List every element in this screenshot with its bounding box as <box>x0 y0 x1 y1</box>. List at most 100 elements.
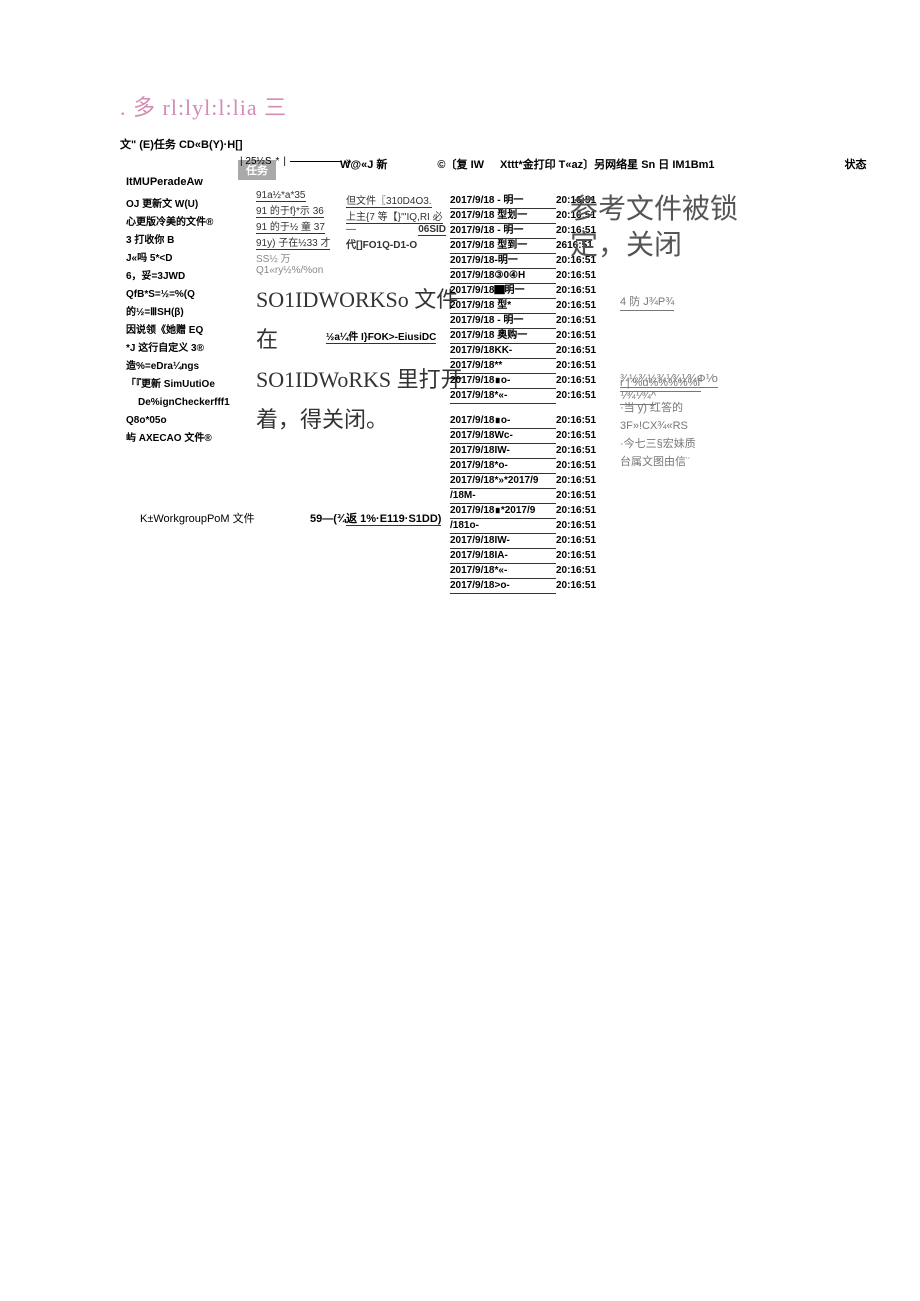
table-row[interactable]: 2017/9/18**20:16:51 <box>450 359 606 374</box>
right-link-c[interactable]: r | %u%%%%%f <box>620 375 701 392</box>
col-date: 2017/9/18③0④H <box>450 269 556 284</box>
col-date: 2017/9/18>o- <box>450 579 556 594</box>
col-reply: ©〔复 IW <box>437 156 484 172</box>
center-mid-link[interactable]: ½a¼件 I}FOK>-EiusiDC <box>326 328 436 344</box>
col-date: 2017/9/18 型* <box>450 299 556 314</box>
col-date: 2017/9/18*«- <box>450 389 556 404</box>
right-link-a[interactable]: 4 防 J¾P¾ <box>620 294 674 311</box>
table-row[interactable]: 2017/9/18*«-20:16:51 <box>450 564 606 579</box>
col-time: 20:16:51 <box>556 564 606 579</box>
table-row[interactable]: 2017/9/18IA-20:16:51 <box>450 549 606 564</box>
sidebar-item[interactable]: *J 这行自定义 3® <box>126 340 256 358</box>
table-row[interactable]: /181o-20:16:51 <box>450 519 606 534</box>
table-row[interactable]: 2017/9/18③0④H20:16:51 <box>450 269 606 284</box>
table-row[interactable]: 2017/9/18KK-20:16:51 <box>450 344 606 359</box>
col-date: 2017/9/18** <box>450 359 556 374</box>
table-row[interactable]: 2017/9/18 型*20:16:51 <box>450 299 606 314</box>
sidebar-item[interactable]: 「『更新 SimUutiOe <box>126 376 256 394</box>
col-print: Xttt*金打印 T«az〕另网络星 Sn 日 IM1Bm1 <box>500 156 715 172</box>
sidebar: ItMUPeradeAw OJ 更新文 W(U)心更版冷美的文件®3 打收你 B… <box>126 176 256 448</box>
center-small-text: SS½ 万 <box>256 250 476 265</box>
sidebar-item[interactable]: De%ignCheckerfff1 <box>126 394 256 412</box>
table-row[interactable]: 2017/9/18∎o-20:16:51 <box>450 414 606 429</box>
col-date: 2017/9/18∎*2017/9 <box>450 504 556 519</box>
zoom-slider[interactable]: | 25½S * | » <box>240 156 352 167</box>
top-header-labels: W@«J 新 ©〔复 IW Xttt*金打印 T«az〕另网络星 Sn 日 IM… <box>340 156 867 172</box>
sidebar-item[interactable]: Q8o*05o <box>126 412 256 430</box>
center-small-text: Q1«ry½%/%on <box>256 265 476 276</box>
col-date: /18M- <box>450 489 556 504</box>
menu-bar[interactable]: 文" (E)任务 CD«B(Y)·H[] <box>120 136 920 152</box>
table-row[interactable]: 2017/9/18>o-20:16:51 <box>450 579 606 594</box>
center-small-link[interactable]: 91 的于½ 童 37 <box>256 218 325 234</box>
slider-handle-left[interactable]: * <box>276 156 280 167</box>
sidebar-header: ItMUPeradeAw <box>126 176 256 188</box>
col-date: 2017/9/18 - 明一 <box>450 224 556 239</box>
center-small-link[interactable]: 91y) 子在½33 才 <box>256 234 330 250</box>
col-date: 2017/9/18*o- <box>450 459 556 474</box>
big-text-1: SO1IDWORKSo 文件在 <box>256 280 476 360</box>
sidebar-item[interactable]: 6，妥=3JWD <box>126 268 256 286</box>
center-small-link[interactable]: 91 的于f}*示 36 <box>256 202 324 218</box>
slider-track[interactable] <box>290 161 342 162</box>
sidebar-item[interactable]: 3 打收你 B <box>126 232 256 250</box>
col-time: 20:16:51 <box>556 299 606 314</box>
center-right-code: 代[]FO1Q-D1-O <box>346 236 446 251</box>
table-row[interactable]: 2017/9/18Wc-20:16:51 <box>450 429 606 444</box>
col-time: 20:16:51 <box>556 519 606 534</box>
col-time: 20:16:51 <box>556 389 606 404</box>
brand-row: . 多 rl:lyl:l:lia 三 <box>120 90 920 122</box>
col-time: 20:16:51 <box>556 549 606 564</box>
col-date: 2017/9/18 - 明一 <box>450 194 556 209</box>
col-date: 2017/9/18*»*2017/9 <box>450 474 556 489</box>
col-date: 2017/9/18IA- <box>450 549 556 564</box>
zoom-low: | 25½S <box>240 156 272 167</box>
center-right-link[interactable]: 上主{7 等【}'"IQ,RI 必 <box>346 208 443 224</box>
table-row[interactable]: 2017/9/18∎*2017/920:16:51 <box>450 504 606 519</box>
col-time: 20:16:51 <box>556 269 606 284</box>
right-links: 4 防 J¾P¾ ¾½¾½¾⅟¾⅟¾Φ⅟o ⅟¾⅟¾^ r | %u%%%%%f… <box>620 294 718 530</box>
col-time: 20:16:51 <box>556 314 606 329</box>
col-time: 20:16:51 <box>556 284 606 299</box>
table-row[interactable]: 2017/9/18IW-20:16:51 <box>450 534 606 549</box>
table-row[interactable]: /18M-20:16:51 <box>450 489 606 504</box>
table-row[interactable]: 2017/9/18IW-20:16:51 <box>450 444 606 459</box>
center-small-link[interactable]: 91a½*a*35 <box>256 190 306 202</box>
sidebar-item[interactable]: OJ 更新文 W(U) <box>126 196 256 214</box>
col-date: 2017/9/18 型划一 <box>450 209 556 224</box>
col-date: 2017/9/18IW- <box>450 444 556 459</box>
sidebar-item[interactable]: 造%=eDra¼ngs <box>126 358 256 376</box>
sidebar-item[interactable]: J«吗 5*<D <box>126 250 256 268</box>
dash: — <box>346 224 356 236</box>
col-date: 2017/9/18Wc- <box>450 429 556 444</box>
table-row[interactable]: 2017/9/18▇明一20:16:51 <box>450 284 606 299</box>
col-time: 20:16:51 <box>556 504 606 519</box>
right-note-line: 3F»!CX¾«RS <box>620 418 718 434</box>
col-time: 20:16:51 <box>556 329 606 344</box>
table-row[interactable]: 2017/9/18∎o-20:16:51 <box>450 374 606 389</box>
sidebar-item[interactable]: 的½=ⅢSH(β) <box>126 304 256 322</box>
footer-center[interactable]: 59—(¾返 1%·E119·S1DD) <box>310 510 441 526</box>
table-row[interactable]: 2017/9/18 - 明一20:16:51 <box>450 314 606 329</box>
table-row[interactable]: 2017/9/18*»*2017/920:16:51 <box>450 474 606 489</box>
table-row[interactable]: 2017/9/18*«-20:16:51 <box>450 389 606 404</box>
table-row[interactable]: 2017/9/18*o-20:16:51 <box>450 459 606 474</box>
col-date: 2017/9/18 型到一 <box>450 239 556 254</box>
col-date: 2017/9/18 - 明一 <box>450 314 556 329</box>
center-panel: 91a½*a*3591 的于f}*示 3691 的于½ 童 3791y) 子在½… <box>256 190 476 280</box>
right-big-text: 参考文件被锁定，关闭 <box>570 192 738 264</box>
col-date: 2017/9/18KK- <box>450 344 556 359</box>
col-time: 20:16:51 <box>556 344 606 359</box>
table-row[interactable]: 2017/9/18 奥购一20:16:51 <box>450 329 606 344</box>
sidebar-item[interactable]: 屿 AXECAO 文件® <box>126 430 256 448</box>
right-note-line: 台属文图由信¨ <box>620 454 718 470</box>
col-date: 2017/9/18▇明一 <box>450 284 556 299</box>
col-time: 20:16:51 <box>556 429 606 444</box>
col-time: 20:16:51 <box>556 414 606 429</box>
sidebar-item[interactable]: 心更版冷美的文件® <box>126 214 256 232</box>
center-right-link[interactable]: 但文件〖310D4O3. <box>346 192 432 208</box>
col-time: 20:16:51 <box>556 359 606 374</box>
right-note-line: ·当 y) 红答的 <box>620 400 718 416</box>
sidebar-item[interactable]: 因说领《她赠 EQ <box>126 322 256 340</box>
sidebar-item[interactable]: QfB*S=½=%(Q <box>126 286 256 304</box>
